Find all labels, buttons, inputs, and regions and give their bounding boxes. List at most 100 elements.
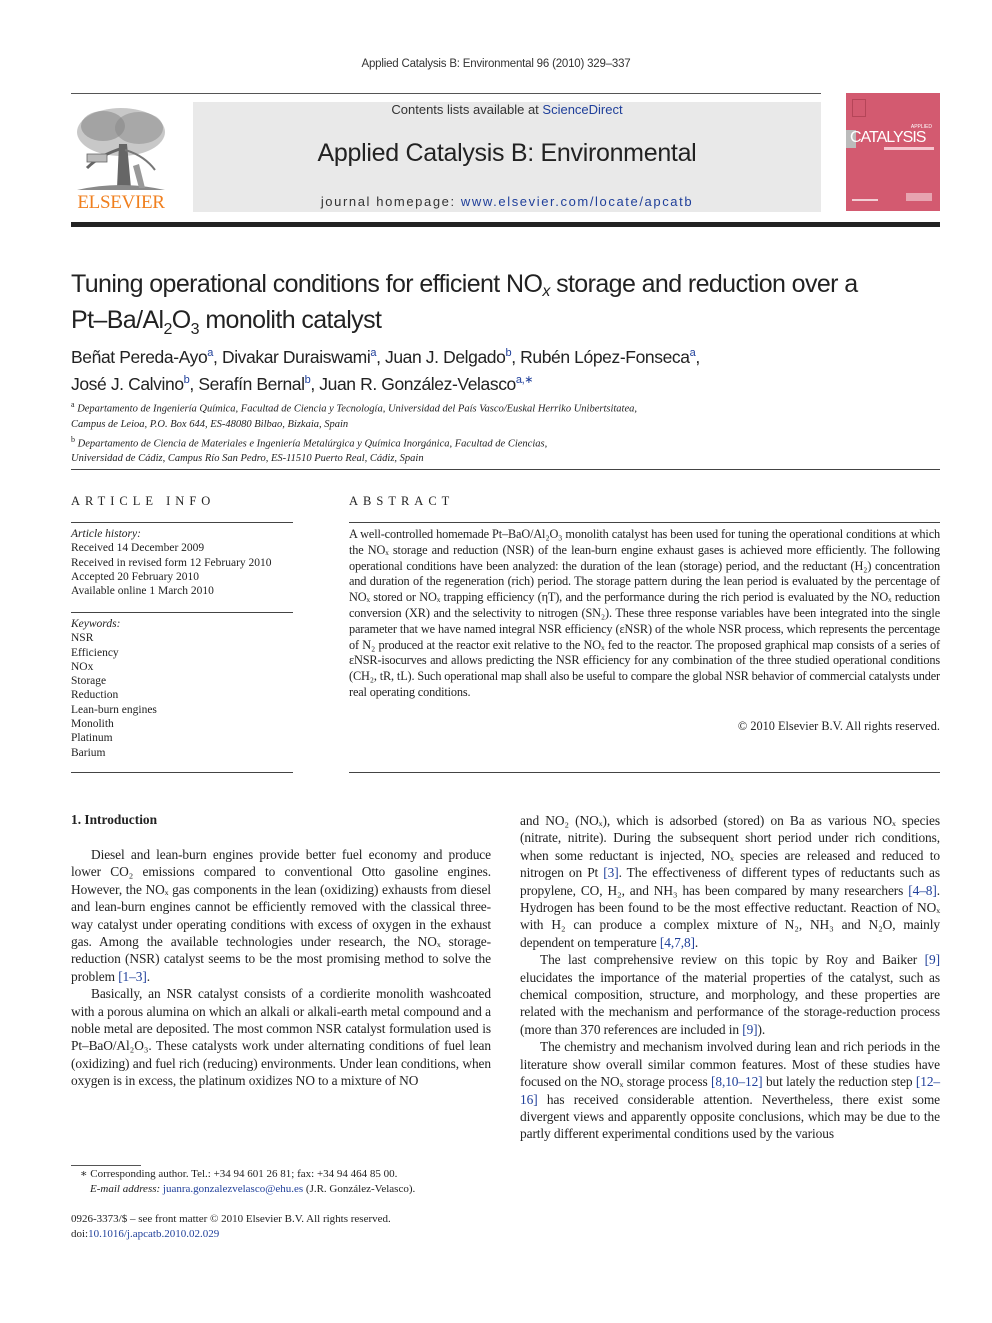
journal-homepage: journal homepage: www.elsevier.com/locat…: [193, 194, 821, 209]
body-paragraph: The chemistry and mechanism involved dur…: [520, 1038, 940, 1142]
abstract-paragraph: A well-controlled homemade Pt–BaO/Al₂O₃ …: [349, 527, 940, 699]
article-title: Tuning operational conditions for effici…: [71, 270, 941, 344]
email-suffix: (J.R. González-Velasco).: [303, 1183, 416, 1195]
abstract-heading: ABSTRACT: [349, 494, 455, 508]
body-paragraph: Basically, an NSR catalyst consists of a…: [71, 985, 491, 1089]
article-info-rule: [71, 522, 293, 523]
affiliation-mark: b: [71, 434, 75, 444]
body-text: elucidates the importance of the materia…: [520, 969, 940, 1037]
body-text: Diesel and lean-burn engines provide bet…: [71, 847, 491, 984]
author-name: Rubén López-Fonseca: [520, 346, 690, 367]
author-name: Beñat Pereda-Ayo: [71, 346, 208, 367]
title-text: monolith catalyst: [198, 306, 382, 335]
separator: ,: [310, 373, 320, 394]
body-text: Basically, an NSR catalyst consists of a…: [71, 986, 491, 1089]
keyword: Storage: [71, 675, 107, 688]
title-text: Tuning operational conditions for effici…: [71, 270, 543, 298]
author-name: Serafín Bernal: [198, 373, 305, 394]
homepage-link[interactable]: www.elsevier.com/locate/apcatb: [461, 194, 693, 209]
abstract-rule: [349, 522, 940, 523]
citation-link[interactable]: [4–8]: [908, 883, 937, 898]
keywords-label: Keywords:: [71, 618, 121, 630]
abstract-copyright: © 2010 Elsevier B.V. All rights reserved…: [737, 719, 940, 733]
author-name: José J. Calvino: [71, 373, 184, 394]
author[interactable]: Juan R. González-Velascoa,∗: [319, 374, 533, 394]
article-history: Article history: Received 14 December 20…: [71, 527, 293, 598]
title-subscript: x: [542, 283, 550, 301]
keyword: Efficiency: [71, 646, 119, 659]
keyword: Barium: [71, 746, 106, 759]
elsevier-tree-icon: [77, 108, 165, 190]
elsevier-logo[interactable]: ELSEVIER: [70, 102, 172, 214]
homepage-label: journal homepage:: [320, 194, 461, 209]
affiliation-mark[interactable]: a,∗: [516, 374, 534, 386]
keyword: NSR: [71, 632, 94, 645]
email-link[interactable]: juanra.gonzalezvelasco@ehu.es: [163, 1183, 303, 1195]
cover-subtitle-bar: [884, 147, 934, 150]
body-text: but lately the reduction step: [762, 1074, 916, 1090]
affiliation-a-line2: Campus de Leioa, P.O. Box 644, ES-48080 …: [71, 418, 349, 430]
cover-title: CATALYSIS: [850, 129, 926, 146]
keywords: Keywords: NSR Efficiency NOx Storage Red…: [71, 617, 293, 760]
citation-link[interactable]: [8,10–12]: [711, 1074, 763, 1089]
doi-link[interactable]: 10.1016/j.apcatb.2010.02.029: [88, 1228, 219, 1240]
author-name: Divakar Duraiswami: [221, 346, 371, 367]
title-subscript: 2: [163, 321, 172, 339]
header-rule: [71, 93, 821, 94]
history-item: Accepted 20 February 2010: [71, 570, 200, 583]
journal-cover-image[interactable]: APPLIED CATALYSIS: [846, 93, 940, 211]
body-text: has received considerable attention. Nev…: [520, 1091, 940, 1142]
keyword: NOx: [71, 660, 94, 673]
section-heading-introduction: 1. Introduction: [71, 812, 158, 827]
separator: ,: [511, 346, 521, 367]
sciencedirect-link[interactable]: ScienceDirect: [542, 102, 622, 117]
abstract-rule: [349, 772, 940, 773]
section-rule: [71, 469, 940, 470]
running-head: Applied Catalysis B: Environmental 96 (2…: [361, 58, 631, 70]
author[interactable]: Juan J. Delgadob: [385, 346, 512, 367]
affiliation-text: Departamento de Ciencia de Materiales e …: [77, 438, 548, 449]
article-info-heading: ARTICLE INFO: [71, 494, 216, 508]
citation-link[interactable]: [9]: [925, 952, 940, 967]
author[interactable]: Serafín Bernalb: [198, 374, 310, 394]
keyword: Monolith: [71, 718, 114, 731]
affiliation-mark: a: [71, 400, 75, 409]
citation-link[interactable]: [4,7,8]: [660, 935, 695, 950]
body-paragraph: The last comprehensive review on this to…: [520, 951, 940, 1038]
affiliation-a: a Departamento de Ingeniería Química, Fa…: [71, 397, 941, 417]
affiliation-text: Departamento de Ingeniería Química, Facu…: [77, 403, 637, 415]
citation-link[interactable]: [9]: [742, 1022, 757, 1037]
history-item: Received 14 December 2009: [71, 542, 205, 555]
title-text: Pt–Ba/Al: [71, 306, 164, 335]
front-matter: 0926-3373/$ – see front matter © 2010 El…: [71, 1212, 491, 1242]
header-thick-rule: [71, 222, 940, 227]
doi-label: doi:: [71, 1228, 89, 1240]
keyword: Platinum: [71, 732, 113, 745]
history-item: Available online 1 March 2010: [71, 585, 214, 598]
author-name: Juan J. Delgado: [385, 346, 506, 367]
separator: ,: [695, 346, 700, 367]
history-label: Article history:: [71, 528, 141, 540]
citation-link[interactable]: [1–3]: [118, 969, 147, 984]
body-text: .: [694, 934, 699, 950]
issn-line: 0926-3373/$ – see front matter © 2010 El…: [71, 1213, 391, 1225]
title-subscript: 3: [190, 321, 200, 339]
author[interactable]: Divakar Duraiswamia: [222, 347, 376, 367]
affiliations: a Departamento de Ingeniería Química, Fa…: [71, 397, 941, 466]
author-name: Juan R. González-Velasco: [319, 373, 516, 394]
keyword: Reduction: [71, 689, 119, 702]
history-item: Received in revised form 12 February 201…: [71, 556, 272, 569]
footnote-rule: [71, 1165, 141, 1166]
body-paragraph: Diesel and lean-burn engines provide bet…: [71, 846, 491, 985]
body-text: .: [146, 968, 150, 984]
journal-title: Applied Catalysis B: Environmental: [317, 139, 697, 167]
affiliation-b-line2: Universidad de Cádiz, Campus Río San Ped…: [71, 453, 424, 464]
author[interactable]: José J. Calvinob: [71, 373, 190, 394]
title-text: storage and reduction over a: [549, 270, 858, 298]
corresponding-author-text: Corresponding author. Tel.: +34 94 601 2…: [87, 1168, 398, 1180]
body-paragraph: and NO₂ (NOₓ), which is adsorbed (stored…: [520, 812, 940, 951]
author-list: Beñat Pereda-Ayoa, Divakar Duraiswamia, …: [71, 342, 941, 396]
citation-link[interactable]: [3]: [603, 865, 618, 880]
author[interactable]: Beñat Pereda-Ayoa: [71, 347, 213, 367]
author[interactable]: Rubén López-Fonsecaa: [520, 346, 696, 367]
